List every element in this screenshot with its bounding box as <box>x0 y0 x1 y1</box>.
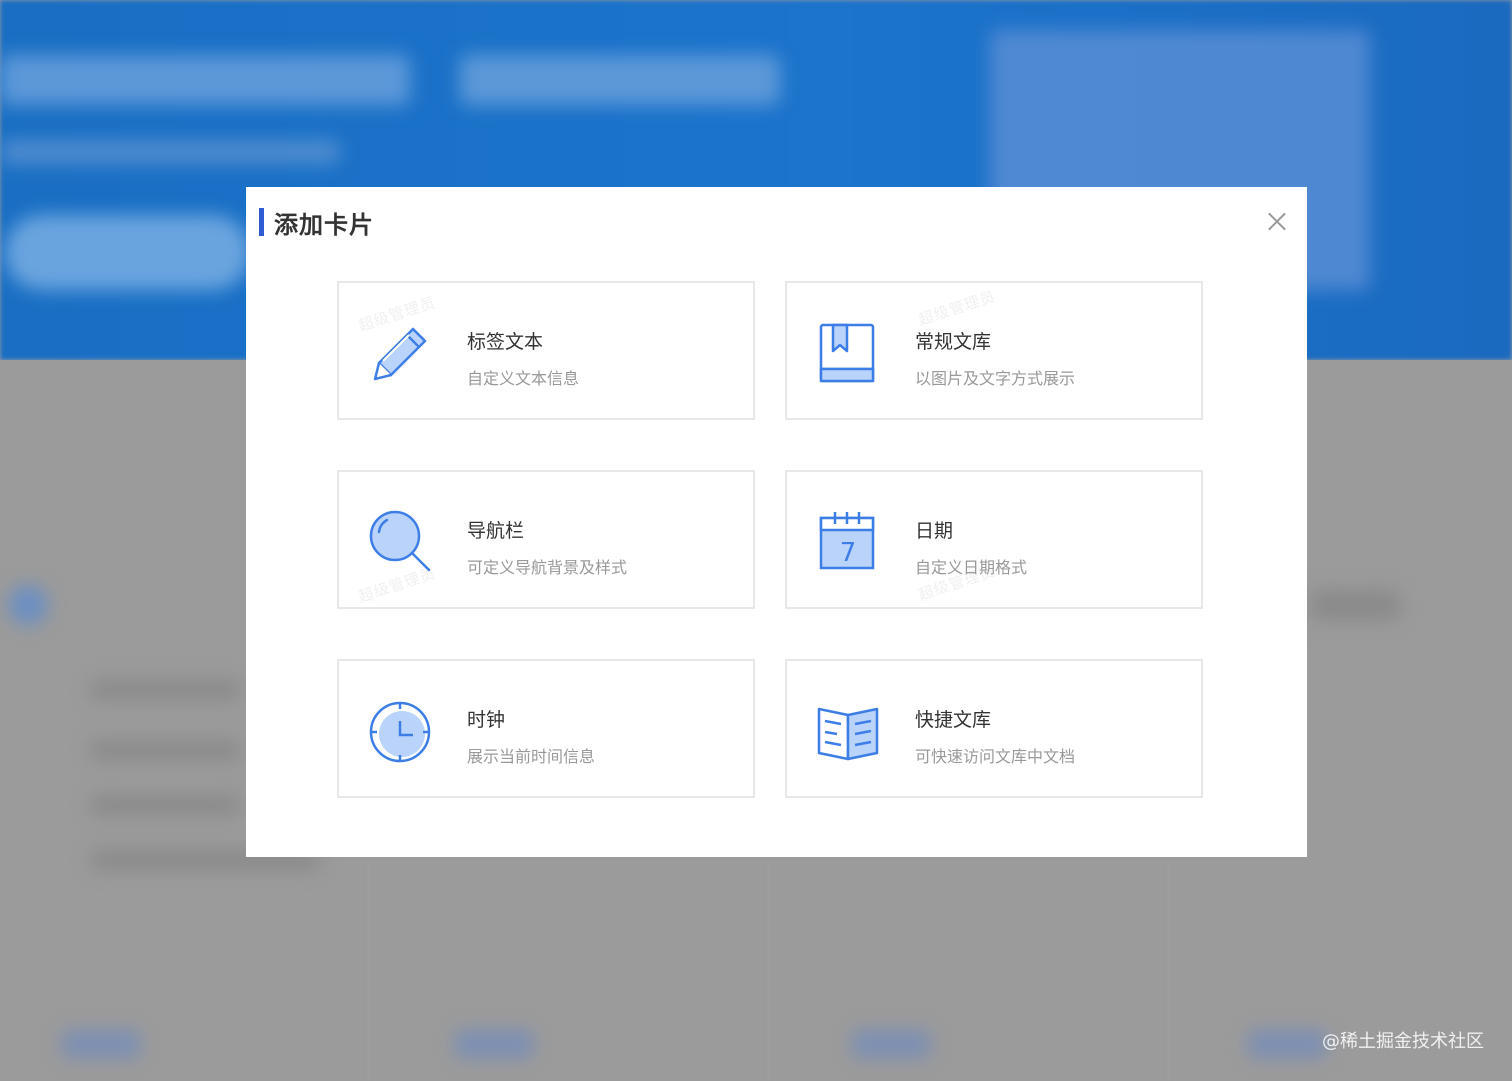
background-footer-button-blur-3 <box>852 1030 930 1058</box>
card-title: 快捷文库 <box>915 709 992 731</box>
dialog-title: 添加卡片 <box>274 210 374 239</box>
background-row-blur-3 <box>90 795 240 815</box>
card-title: 日期 <box>915 520 954 542</box>
card-option-date[interactable]: 超级管理员 7 日期 自定义日期格式 <box>785 470 1203 609</box>
clock-icon <box>369 701 431 763</box>
watermark: 超级管理员 <box>916 287 998 329</box>
dialog-header: 添加卡片 <box>259 207 374 239</box>
card-description: 可定义导航背景及样式 <box>467 558 628 577</box>
pencil-icon <box>373 327 427 381</box>
open-book-icon <box>817 707 879 761</box>
book-icon <box>819 323 875 383</box>
calendar-icon: 7 <box>819 512 875 570</box>
background-divider-2 <box>768 860 769 1081</box>
background-row-blur-2 <box>90 740 240 760</box>
background-banner-subheadline-blur <box>460 55 780 105</box>
card-option-label-text[interactable]: 超级管理员 标签文本 自定义文本信息 <box>337 281 755 420</box>
background-banner-button-blur <box>5 215 250 290</box>
calendar-day: 7 <box>840 538 857 568</box>
card-option-quick-library[interactable]: 快捷文库 可快速访问文库中文档 <box>785 659 1203 798</box>
card-title: 标签文本 <box>467 331 544 353</box>
background-row-blur-1 <box>90 680 240 700</box>
card-description: 自定义文本信息 <box>467 369 580 388</box>
background-divider-1 <box>368 860 369 1081</box>
background-divider-3 <box>1168 860 1169 1081</box>
card-title: 常规文库 <box>915 331 992 353</box>
background-banner-headline-blur <box>0 55 410 105</box>
card-option-grid: 超级管理员 标签文本 自定义文本信息 超级管理员 常规文库 以图片及文字方式展示 <box>337 281 1203 798</box>
card-description: 以图片及文字方式展示 <box>915 369 1076 388</box>
card-title: 导航栏 <box>467 520 525 542</box>
card-description: 展示当前时间信息 <box>467 747 596 766</box>
site-watermark: @稀土掘金技术社区 <box>1322 1031 1484 1052</box>
card-option-regular-library[interactable]: 超级管理员 常规文库 以图片及文字方式展示 <box>785 281 1203 420</box>
background-section-icon-blur <box>8 585 48 625</box>
close-button[interactable] <box>1265 209 1289 233</box>
background-right-blur <box>1310 590 1400 620</box>
background-footer-button-blur-2 <box>455 1030 533 1058</box>
card-title: 时钟 <box>467 709 506 731</box>
card-description: 自定义日期格式 <box>915 558 1028 577</box>
add-card-dialog: 添加卡片 超级管理员 标签文本 自定义文本信息 超级管理员 常规文库 以图片及文… <box>246 187 1307 857</box>
card-option-navigation-bar[interactable]: 超级管理员 导航栏 可定义导航背景及样式 <box>337 470 755 609</box>
title-accent-bar <box>259 208 264 236</box>
card-option-clock[interactable]: 时钟 展示当前时间信息 <box>337 659 755 798</box>
background-footer-button-blur-4 <box>1248 1030 1326 1058</box>
background-banner-caption-blur <box>0 140 340 164</box>
card-description: 可快速访问文库中文档 <box>915 747 1076 766</box>
background-footer-button-blur-1 <box>62 1030 140 1058</box>
magnifier-icon <box>369 510 431 572</box>
